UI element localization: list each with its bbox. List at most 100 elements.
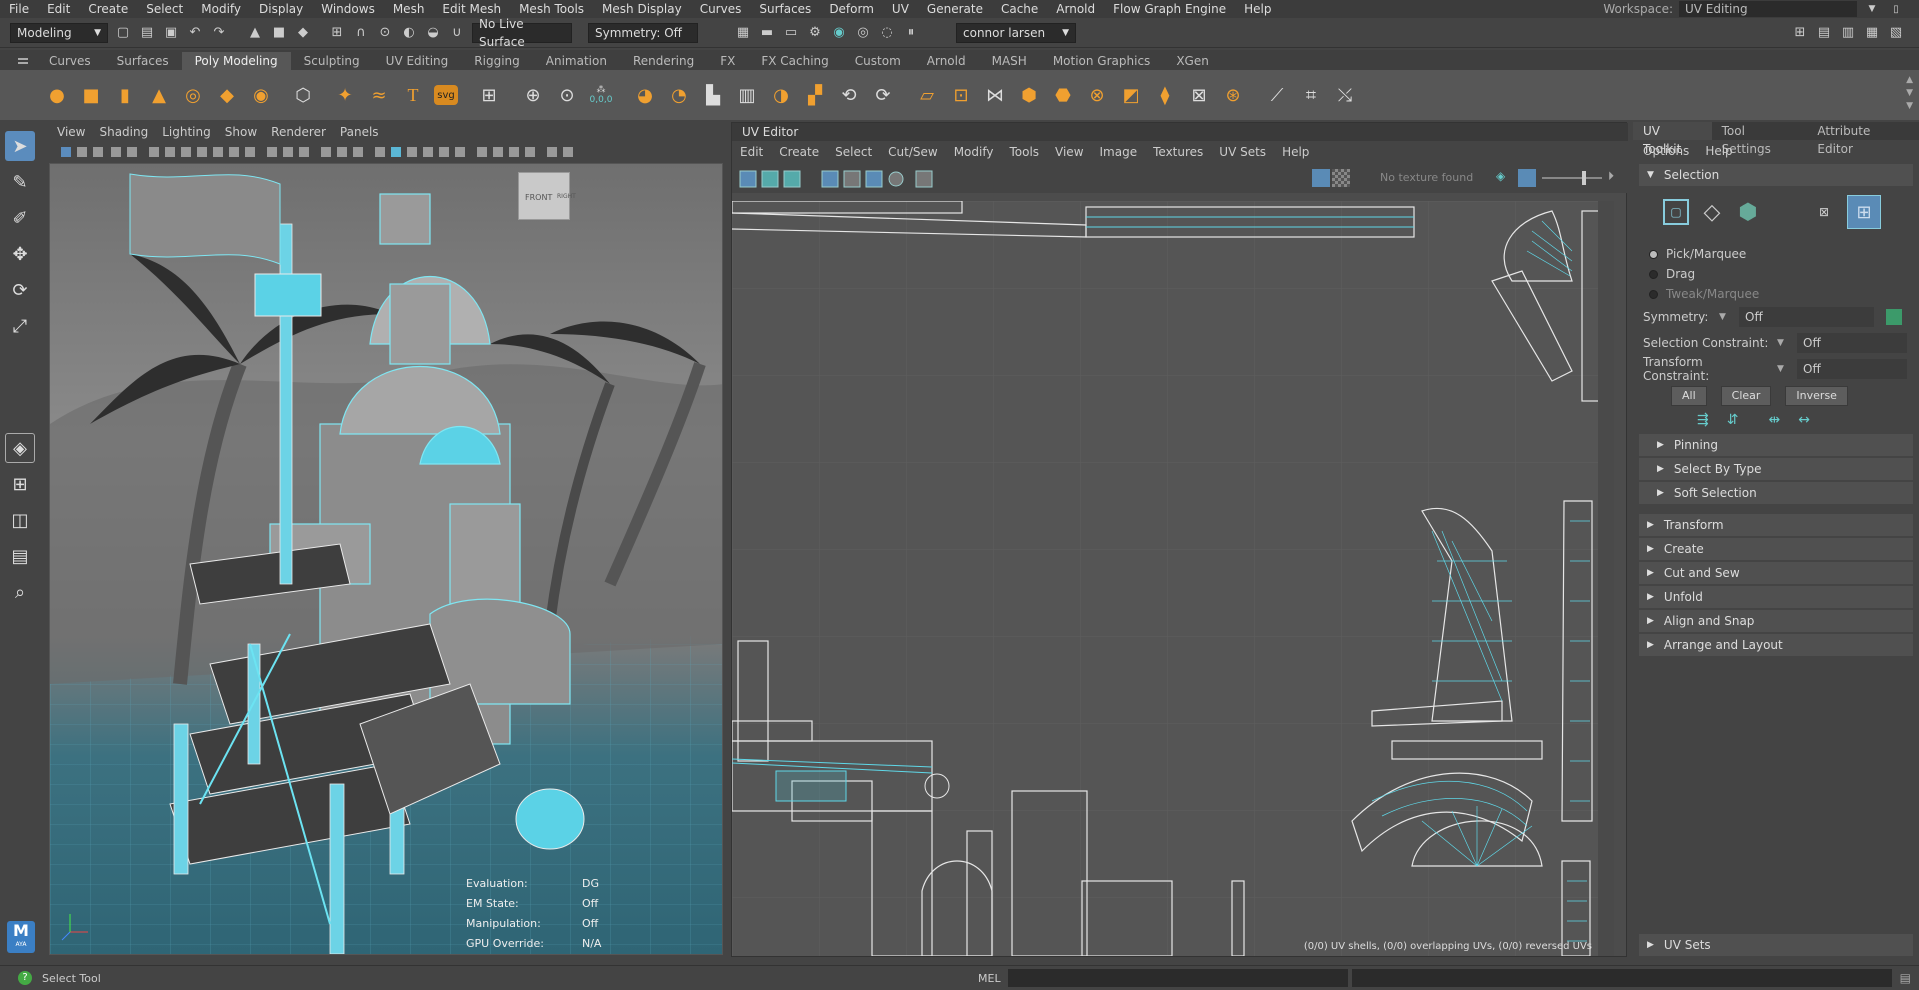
checker-icon[interactable]	[1332, 169, 1350, 187]
super-shape-icon[interactable]: ✦	[332, 82, 358, 108]
render-settings-icon[interactable]: ⚙	[806, 24, 824, 42]
menu-generate[interactable]: Generate	[918, 2, 992, 16]
snap-grid-icon[interactable]: ⊞	[328, 24, 346, 42]
section-uv-sets[interactable]: ▶ UV Sets	[1639, 934, 1913, 956]
shell-mode-icon[interactable]: ⊞	[1847, 195, 1881, 229]
uv-menu-create[interactable]: Create	[779, 145, 819, 159]
two-view-layout-icon[interactable]: ◫	[5, 505, 35, 535]
radio-tweak-marquee[interactable]: Tweak/Marquee	[1633, 284, 1919, 304]
fill-hole-icon[interactable]: ⬢	[1016, 82, 1042, 108]
mirror-icon[interactable]: ▞	[802, 82, 828, 108]
shelf-tab-rigging[interactable]: Rigging	[461, 52, 532, 70]
bevel-icon[interactable]: ⋈	[982, 82, 1008, 108]
shelf-tab-custom[interactable]: Custom	[842, 52, 914, 70]
symmetry-map-icon[interactable]	[1886, 309, 1902, 325]
live-surface-field[interactable]: No Live Surface	[472, 17, 572, 49]
paint-select-icon[interactable]: ✐	[5, 203, 35, 233]
duplicate-face-icon[interactable]: ◩	[1118, 82, 1144, 108]
channel-box-icon[interactable]: ▤	[1815, 24, 1833, 42]
selection-constraint-field[interactable]: Off	[1797, 333, 1907, 353]
insert-edge-loop-icon[interactable]: ⌗	[1298, 82, 1324, 108]
freeze-transform-icon[interactable]: ⁂ 0,0,0	[588, 82, 614, 108]
menu-options[interactable]: Options	[1643, 144, 1689, 158]
shelf-tab-fx[interactable]: FX	[707, 52, 748, 70]
render-view-icon[interactable]: ◎	[854, 24, 872, 42]
image-toggle-icon[interactable]	[1518, 169, 1536, 187]
select-all-button[interactable]: All	[1671, 386, 1707, 406]
vp-menu-lighting[interactable]: Lighting	[162, 125, 211, 139]
viewport-toolbar-icons[interactable]	[41, 142, 723, 162]
menu-deform[interactable]: Deform	[820, 2, 883, 16]
shelf-tab-sculpting[interactable]: Sculpting	[291, 52, 373, 70]
shelf-tab-surfaces[interactable]: Surfaces	[104, 52, 182, 70]
open-scene-icon[interactable]: ▤	[138, 24, 156, 42]
menu-edit[interactable]: Edit	[38, 2, 79, 16]
menu-display[interactable]: Display	[250, 2, 312, 16]
chevron-down-icon[interactable]: ▼	[1777, 338, 1787, 348]
shelf-menu-icon[interactable]	[18, 58, 28, 64]
menu-help[interactable]: Help	[1235, 2, 1280, 16]
center-pivot-icon[interactable]: ⊙	[554, 82, 580, 108]
select-tool-icon[interactable]: ➤	[5, 131, 35, 161]
select-hierarchy-icon[interactable]: ▲	[246, 24, 264, 42]
poly-plane-icon[interactable]: ◆	[214, 82, 240, 108]
grow-selection-icon[interactable]: ⇶	[1697, 412, 1709, 428]
poly-cone-icon[interactable]: ▲	[146, 82, 172, 108]
tab-attribute-editor[interactable]: Attribute Editor	[1807, 122, 1919, 156]
lock-icon[interactable]: ▯	[1887, 0, 1905, 18]
menu-arnold[interactable]: Arnold	[1047, 2, 1104, 16]
circularize-icon[interactable]: ⊛	[1220, 82, 1246, 108]
select-object-icon[interactable]: ■	[270, 24, 288, 42]
wedge-icon[interactable]: ⊗	[1084, 82, 1110, 108]
rotate-tool-icon[interactable]: ⟳	[5, 275, 35, 305]
select-shortest-edge-icon[interactable]: ↔	[1798, 412, 1810, 428]
extract-icon[interactable]: ▙	[700, 82, 726, 108]
menu-file[interactable]: File	[0, 2, 38, 16]
shelf-tab-animation[interactable]: Animation	[533, 52, 620, 70]
shelf-tab-fx-caching[interactable]: FX Caching	[748, 52, 841, 70]
tab-uv-toolkit[interactable]: UV Toolkit	[1633, 122, 1712, 156]
poly-cube-icon[interactable]: ■	[78, 82, 104, 108]
perspective-viewport[interactable]: FRONT RIGHT Evaluation: DG EM State: Off…	[49, 163, 723, 955]
view-cube[interactable]: FRONT RIGHT	[518, 172, 576, 220]
section-select-by-type[interactable]: ▶ Select By Type	[1639, 458, 1913, 480]
search-icon[interactable]: ⌕	[5, 577, 35, 607]
command-language-label[interactable]: MEL	[978, 972, 1001, 985]
poly-disc-icon[interactable]: ◉	[248, 82, 274, 108]
reduce-icon[interactable]: ⟲	[836, 82, 862, 108]
lasso-tool-icon[interactable]: ✎	[5, 167, 35, 197]
menu-flow-graph-engine[interactable]: Flow Graph Engine	[1104, 2, 1235, 16]
shelf-tab-mash[interactable]: MASH	[979, 52, 1040, 70]
section-unfold[interactable]: ▶ Unfold	[1639, 586, 1913, 608]
new-scene-icon[interactable]: ▢	[114, 24, 132, 42]
transform-constraint-field[interactable]: Off	[1797, 359, 1907, 379]
edge-mode-icon[interactable]: ◇	[1699, 199, 1725, 225]
uv-menu-textures[interactable]: Textures	[1153, 145, 1203, 159]
section-soft-selection[interactable]: ▶ Soft Selection	[1639, 482, 1913, 504]
section-cut-and-sew[interactable]: ▶ Cut and Sew	[1639, 562, 1913, 584]
render-frame-icon[interactable]: ▬	[758, 24, 776, 42]
shelf-tab-curves[interactable]: Curves	[36, 52, 104, 70]
platonic-solid-icon[interactable]: ⬡	[290, 82, 316, 108]
menu-uv[interactable]: UV	[883, 2, 918, 16]
poke-icon[interactable]: ⬣	[1050, 82, 1076, 108]
script-editor-icon[interactable]: ▤	[1900, 971, 1911, 985]
command-input[interactable]	[1008, 969, 1348, 987]
snap-curve-icon[interactable]: ∩	[352, 24, 370, 42]
menu-help-toolkit[interactable]: Help	[1705, 144, 1732, 158]
four-view-layout-icon[interactable]: ⊞	[5, 469, 35, 499]
section-selection[interactable]: ▼ Selection	[1639, 164, 1913, 186]
undo-icon[interactable]: ↶	[186, 24, 204, 42]
shrink-selection-icon[interactable]: ⇵	[1727, 412, 1739, 428]
exposure-slider-handle[interactable]	[1582, 171, 1586, 185]
outliner-layout-icon[interactable]: ▤	[5, 541, 35, 571]
exposure-slider[interactable]	[1542, 177, 1602, 179]
collapse-icon[interactable]: ⧫	[1152, 82, 1178, 108]
target-weld-icon[interactable]: ⤯	[1332, 82, 1358, 108]
shelf-tab-rendering[interactable]: Rendering	[620, 52, 707, 70]
menu-surfaces[interactable]: Surfaces	[750, 2, 820, 16]
uv-menu-tools[interactable]: Tools	[1009, 145, 1039, 159]
grid-icon[interactable]: ⊞	[476, 82, 502, 108]
redo-icon[interactable]: ↷	[210, 24, 228, 42]
uv-menu-modify[interactable]: Modify	[954, 145, 994, 159]
